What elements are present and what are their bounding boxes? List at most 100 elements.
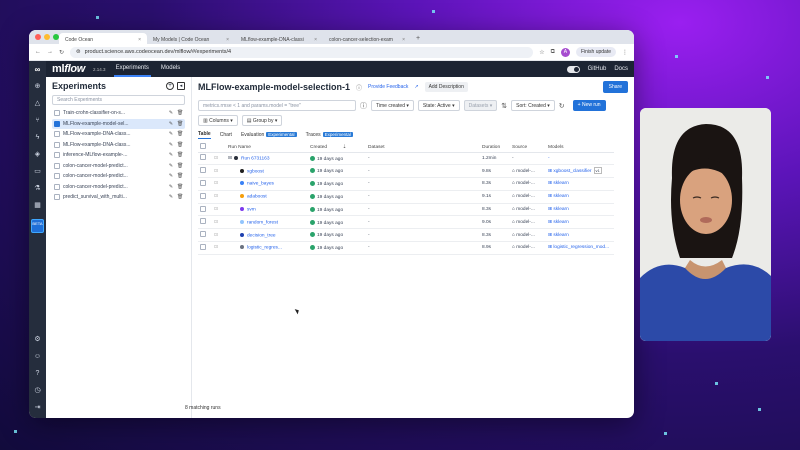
folder-icon[interactable]: ▭ — [33, 168, 42, 176]
collapse-icon[interactable]: ⊟ — [228, 156, 232, 161]
model-icon[interactable]: ⚗ — [33, 185, 42, 193]
row-checkbox[interactable] — [200, 218, 206, 225]
finish-update-button[interactable]: Finish update — [575, 47, 616, 57]
group-by-button[interactable]: ▤ Group by ▾ — [241, 115, 283, 126]
close-icon[interactable]: × — [402, 37, 405, 43]
model-link[interactable]: sklearn — [553, 233, 568, 238]
row-checkbox[interactable] — [200, 231, 206, 238]
list-item[interactable]: MLFlow-example-DNA-class... ✎ 🗑 — [52, 140, 185, 151]
model-link[interactable]: sklearn — [553, 220, 568, 225]
experiment-name[interactable]: MLFlow-example-model-sel... — [63, 121, 165, 127]
experiment-name[interactable]: inference-MLflow-example-... — [63, 152, 165, 158]
run-color-dot[interactable] — [240, 245, 244, 250]
star-bookmark-icon[interactable]: ☆ — [539, 49, 544, 56]
col-models[interactable]: Models — [546, 143, 614, 153]
datasets-dropdown[interactable]: Datasets ▾ — [463, 100, 498, 111]
info-icon[interactable]: ⓘ — [356, 83, 362, 92]
run-color-dot[interactable] — [234, 155, 239, 160]
collapse-sidebar-icon[interactable]: ◂ — [177, 82, 185, 90]
table-row[interactable]: ⊡ svm 19 days ago -8.3s ⌂ model-... ⊞ sklearn — [198, 203, 614, 217]
pin-icon[interactable]: ⊡ — [214, 220, 218, 225]
row-checkbox[interactable] — [200, 205, 206, 212]
run-name-link[interactable]: svm — [247, 207, 256, 212]
list-item[interactable]: predict_survival_with_multi... ✎ 🗑 — [52, 192, 185, 203]
delete-icon[interactable]: 🗑 — [177, 184, 183, 190]
table-row[interactable]: ⊡ decision_tree 19 days ago -8.3s ⌂ model-..… — [198, 228, 614, 243]
tab-chart[interactable]: Chart — [220, 132, 232, 138]
time-created-dropdown[interactable]: Time created ▾ — [371, 100, 414, 111]
delete-icon[interactable]: 🗑 — [177, 152, 183, 158]
mlflow-logo[interactable]: mlflow — [52, 63, 85, 75]
pin-icon[interactable]: ⊡ — [214, 169, 218, 174]
sort-dropdown[interactable]: Sort: Created ▾ — [511, 100, 555, 111]
edit-icon[interactable]: ✎ — [168, 131, 174, 137]
source-link[interactable]: model-... — [516, 169, 535, 174]
edit-icon[interactable]: ✎ — [168, 163, 174, 169]
list-item[interactable]: colon-cancer-model-predict... ✎ 🗑 — [52, 182, 185, 193]
reload-icon[interactable]: ↻ — [59, 49, 64, 56]
experiment-checkbox[interactable] — [54, 152, 60, 159]
run-name-link[interactable]: naive_bayes — [247, 182, 274, 187]
help-icon[interactable]: ? — [33, 370, 42, 378]
branch-icon[interactable]: ⑂ — [33, 117, 42, 125]
table-row[interactable]: ⊡ ⊟ Run 6731163 19 days ago -1.2min - - — [198, 152, 614, 166]
close-icon[interactable]: × — [138, 37, 141, 43]
pin-icon[interactable]: ⊡ — [214, 207, 218, 212]
sort-desc-icon[interactable]: ⇣ — [342, 145, 346, 150]
tab-traces[interactable]: Traces Experimental — [306, 132, 353, 138]
run-name-link[interactable]: decision_tree — [247, 233, 276, 238]
edit-icon[interactable]: ✎ — [168, 194, 174, 200]
add-description-button[interactable]: Add Description — [424, 82, 468, 92]
edit-icon[interactable]: ✎ — [168, 121, 174, 127]
experiment-name[interactable]: MLFlow-example-DNA-class... — [63, 131, 165, 137]
delete-icon[interactable]: 🗑 — [177, 121, 183, 127]
lightning-icon[interactable]: ϟ — [33, 134, 42, 142]
columns-button[interactable]: ▥ Columns ▾ — [198, 115, 238, 126]
experiment-checkbox[interactable] — [54, 162, 60, 169]
run-name-link[interactable]: xgboost — [247, 169, 264, 174]
row-checkbox[interactable] — [200, 243, 206, 250]
row-checkbox[interactable] — [200, 154, 206, 161]
list-item[interactable]: inference-MLflow-example-... ✎ 🗑 — [52, 150, 185, 161]
run-name-link[interactable]: adaboost — [247, 194, 267, 199]
source-link[interactable]: model-... — [516, 181, 535, 186]
new-run-button[interactable]: + New run — [572, 100, 606, 111]
run-color-dot[interactable] — [240, 194, 244, 199]
close-icon[interactable]: × — [314, 37, 317, 43]
more-icon[interactable]: ⋮ — [622, 49, 628, 56]
list-item[interactable]: colon-cancer-model-predict... ✎ 🗑 — [52, 161, 185, 172]
back-icon[interactable]: ← — [35, 49, 41, 55]
nav-models[interactable]: Models — [159, 61, 182, 77]
edit-icon[interactable]: ✎ — [168, 142, 174, 148]
edit-icon[interactable]: ✎ — [168, 173, 174, 179]
col-dataset[interactable]: Dataset — [366, 143, 480, 153]
list-item[interactable]: MLFlow-example-DNA-class... ✎ 🗑 — [52, 129, 185, 140]
beta-mlflow-icon[interactable]: BETA — [31, 219, 44, 233]
experiment-checkbox[interactable] — [54, 141, 60, 148]
edit-icon[interactable]: ✎ — [168, 110, 174, 116]
clock-icon[interactable]: ◷ — [33, 387, 42, 395]
experiment-checkbox[interactable] — [54, 173, 60, 180]
source-link[interactable]: model-... — [516, 245, 535, 250]
codeocean-logo-icon[interactable]: ∞ — [33, 66, 42, 74]
source-link[interactable]: model-... — [516, 233, 535, 238]
user-icon[interactable]: ☺ — [33, 353, 42, 361]
table-row[interactable]: ⊡ naive_bayes 19 days ago -8.3s ⌂ model-... ⊞… — [198, 177, 614, 191]
delete-icon[interactable]: 🗑 — [177, 142, 183, 148]
browser-tab[interactable]: MLflow-example-DNA-classi × — [235, 33, 323, 44]
runs-search-input[interactable]: metrics.rmse < 1 and params.model = "tre… — [198, 100, 356, 111]
site-info-icon[interactable]: ⊜ — [76, 49, 81, 55]
tab-evaluation[interactable]: Evaluation Experimental — [241, 132, 297, 138]
run-color-dot[interactable] — [240, 206, 244, 211]
forward-icon[interactable]: → — [47, 49, 53, 55]
source-link[interactable]: model-... — [516, 220, 535, 225]
delete-icon[interactable]: 🗑 — [177, 131, 183, 137]
url-field[interactable]: ⊜ product.science.aws.codeocean.dev/mlflo… — [70, 46, 534, 58]
row-checkbox[interactable] — [200, 167, 206, 174]
model-link[interactable]: - — [548, 156, 550, 161]
col-run-name[interactable]: Run Name — [226, 143, 308, 153]
col-created[interactable]: Created ⇣ — [308, 143, 366, 153]
add-experiment-icon[interactable]: + — [166, 82, 174, 90]
share-button[interactable]: Share — [602, 81, 628, 93]
search-experiments-input[interactable]: Search Experiments — [52, 95, 185, 105]
